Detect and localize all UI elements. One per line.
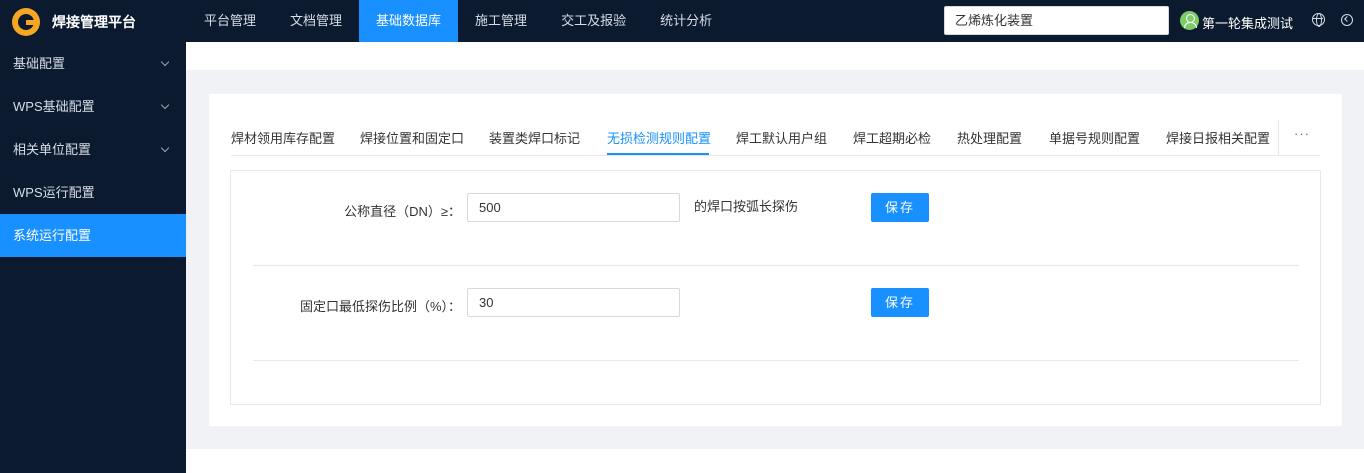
chevron-down-icon: [160, 57, 170, 67]
project-select[interactable]: 乙烯炼化装置: [944, 6, 1169, 35]
sidebar-item-label: 相关单位配置: [13, 142, 92, 157]
top-navbar: 焊接管理平台 平台管理 文档管理 基础数据库 施工管理 交工及报验 统计分析 乙…: [0, 0, 1364, 42]
more-tabs-icon[interactable]: ···: [1294, 126, 1310, 141]
app-title: 焊接管理平台: [52, 14, 136, 30]
sidebar-item-label: 系统运行配置: [13, 228, 92, 243]
main-nav: 平台管理 文档管理 基础数据库 施工管理 交工及报验 统计分析: [187, 0, 729, 42]
diameter-label: 公称直径（DN）≥：: [344, 204, 461, 219]
logout-icon[interactable]: [1341, 14, 1353, 26]
logo-icon: [12, 8, 40, 36]
fixed-joint-ratio-label: 固定口最低探伤比例（%）：: [299, 299, 461, 314]
nav-item-documents[interactable]: 文档管理: [273, 0, 359, 42]
sidebar-item-base-config[interactable]: 基础配置: [0, 42, 186, 85]
sidebar-item-unit-config[interactable]: 相关单位配置: [0, 128, 186, 171]
save-button[interactable]: 保存: [871, 193, 929, 222]
nav-item-construction[interactable]: 施工管理: [458, 0, 544, 42]
diameter-suffix: 的焊口按弧长探伤: [694, 199, 799, 214]
tab-ndt-rules[interactable]: 无损检测规则配置: [607, 128, 711, 147]
nav-item-base-database[interactable]: 基础数据库: [359, 0, 459, 42]
tab-material-stock[interactable]: 焊材领用库存配置: [231, 128, 335, 147]
nav-item-platform[interactable]: 平台管理: [187, 0, 273, 42]
sidebar-item-label: WPS基础配置: [13, 99, 95, 114]
tab-weld-position[interactable]: 焊接位置和固定口: [360, 128, 464, 147]
tab-welder-overdue-check[interactable]: 焊工超期必检: [853, 128, 931, 147]
tab-divider: [1278, 120, 1279, 156]
sidebar: 基础配置 WPS基础配置 相关单位配置 WPS运行配置 系统运行配置: [0, 42, 186, 473]
user-name[interactable]: 第一轮集成测试: [1202, 13, 1293, 32]
sidebar-item-label: 基础配置: [13, 56, 66, 71]
tab-unit-joint-mark[interactable]: 装置类焊口标记: [489, 128, 580, 147]
nav-item-handover[interactable]: 交工及报验: [544, 0, 643, 42]
sidebar-item-wps-base-config[interactable]: WPS基础配置: [0, 85, 186, 128]
fixed-joint-ratio-input[interactable]: 30: [467, 288, 680, 317]
tab-doc-number-rules[interactable]: 单据号规则配置: [1049, 128, 1140, 147]
sidebar-item-wps-run-config[interactable]: WPS运行配置: [0, 171, 186, 214]
save-button[interactable]: 保存: [871, 288, 929, 317]
active-tab-indicator: [607, 153, 709, 155]
sidebar-item-label: WPS运行配置: [13, 185, 95, 200]
config-tabs: 焊材领用库存配置 焊接位置和固定口 装置类焊口标记 无损检测规则配置 焊工默认用…: [231, 120, 1320, 156]
tab-daily-report[interactable]: 焊接日报相关配置: [1166, 128, 1270, 147]
chevron-down-icon: [160, 143, 170, 153]
row-divider: [253, 265, 1299, 266]
content-header-strip: [186, 42, 1364, 70]
config-panel: 焊材领用库存配置 焊接位置和固定口 装置类焊口标记 无损检测规则配置 焊工默认用…: [209, 94, 1342, 426]
ndt-rules-form: 公称直径（DN）≥： 500 的焊口按弧长探伤 保存 固定口最低探伤比例（%）：…: [230, 170, 1321, 405]
diameter-input[interactable]: 500: [467, 193, 680, 222]
nav-item-statistics[interactable]: 统计分析: [643, 0, 729, 42]
row-divider: [253, 360, 1299, 361]
tab-welder-user-group[interactable]: 焊工默认用户组: [736, 128, 827, 147]
content-footer-strip: [186, 449, 1364, 473]
tab-heat-treatment[interactable]: 热处理配置: [957, 128, 1022, 147]
chevron-down-icon: [160, 100, 170, 110]
globe-icon[interactable]: [1312, 13, 1325, 27]
user-icon[interactable]: [1180, 11, 1199, 30]
sidebar-item-system-run-config[interactable]: 系统运行配置: [0, 214, 186, 257]
